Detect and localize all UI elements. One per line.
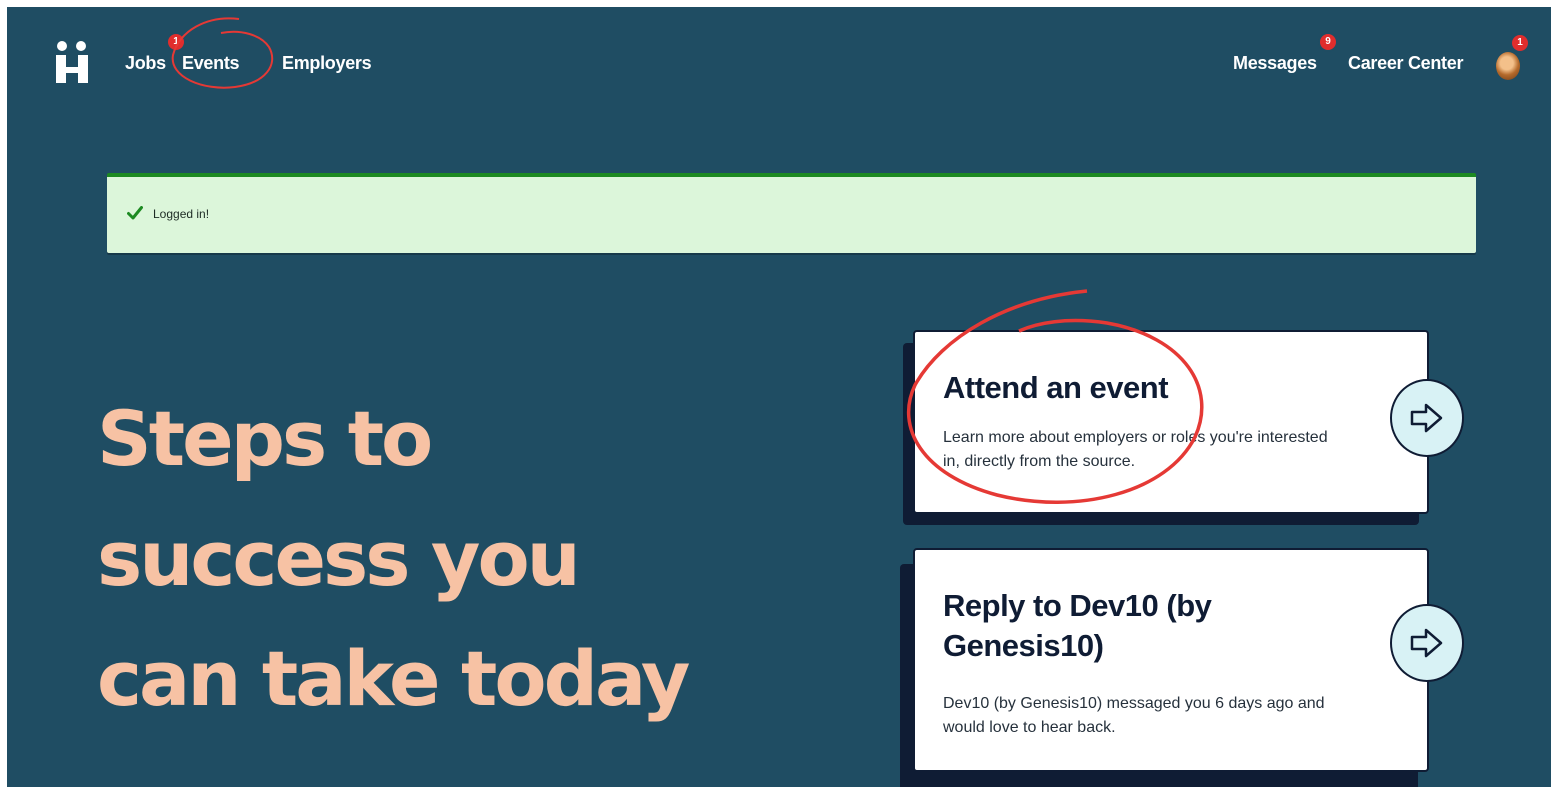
app-window: Jobs 1 Events Employers Messages 9 Caree… [7, 7, 1551, 787]
nav-career-center-label: Career Center [1348, 53, 1464, 73]
nav-messages-label: Messages [1233, 53, 1317, 73]
handshake-logo-icon[interactable] [54, 37, 90, 87]
nav-messages[interactable]: Messages [1233, 53, 1317, 74]
nav-events-label: Events [182, 53, 240, 73]
arrow-right-icon [1410, 628, 1443, 658]
card-title: Reply to Dev10 (by Genesis10) [943, 588, 1212, 663]
nav-jobs-label: Jobs [125, 53, 166, 73]
hero-line: success you [97, 514, 581, 603]
avatar[interactable] [1496, 52, 1520, 80]
nav-employers-label: Employers [282, 53, 372, 73]
hero-line: Steps to [97, 394, 433, 483]
arrow-right-icon [1410, 403, 1443, 433]
card-title: Attend an event [943, 370, 1169, 405]
hero-line: can take today [97, 634, 690, 723]
nav-employers[interactable]: Employers [282, 53, 372, 74]
card-description: Dev10 (by Genesis10) messaged you 6 days… [943, 695, 1325, 736]
reply-dev10-arrow-button[interactable] [1390, 604, 1464, 682]
card-attend-event[interactable]: Attend an event Learn more about employe… [913, 330, 1429, 514]
card-description: Learn more about employers or roles you'… [943, 429, 1328, 470]
avatar-badge: 1 [1512, 35, 1528, 51]
attend-event-arrow-button[interactable] [1390, 379, 1464, 457]
jobs-badge: 1 [168, 34, 184, 50]
card-reply-dev10[interactable]: Reply to Dev10 (by Genesis10) Dev10 (by … [913, 548, 1429, 772]
nav-events[interactable]: Events [182, 53, 240, 74]
success-alert: Logged in! [107, 173, 1476, 253]
hero-title: Steps to success you can take today [97, 379, 857, 739]
messages-badge: 9 [1320, 34, 1336, 50]
nav-jobs[interactable]: Jobs [125, 53, 166, 74]
check-icon [127, 206, 143, 220]
nav-career-center[interactable]: Career Center [1348, 53, 1463, 74]
alert-message: Logged in! [153, 207, 210, 221]
